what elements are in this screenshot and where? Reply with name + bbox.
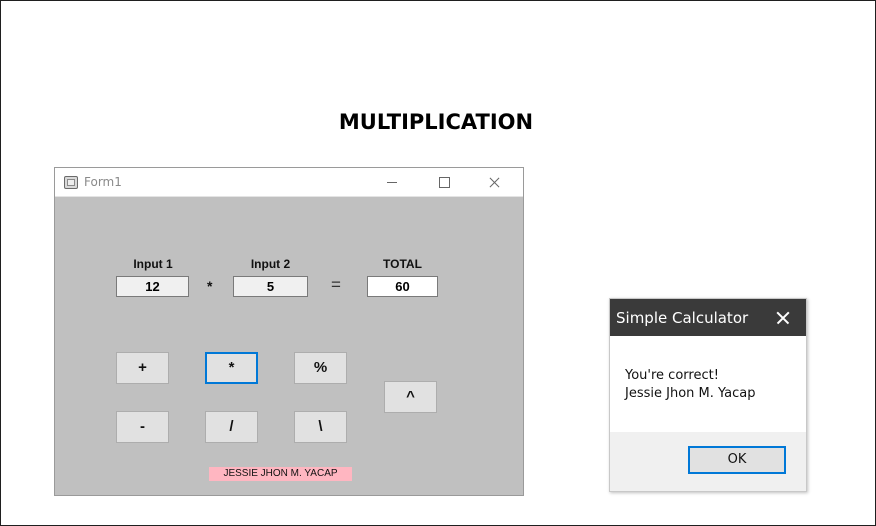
modulo-button[interactable]: %: [294, 352, 347, 384]
form-window: Form1 Input 1 12 * Input 2 5 = TOTAL 60 …: [54, 167, 524, 496]
equals-sign: =: [331, 275, 341, 294]
input2-field[interactable]: 5: [233, 276, 308, 297]
power-button[interactable]: ^: [384, 381, 437, 413]
divide-button[interactable]: /: [205, 411, 258, 443]
message-box-title: Simple Calculator: [616, 309, 749, 327]
message-box-titlebar[interactable]: Simple Calculator: [610, 299, 806, 336]
total-label: TOTAL: [383, 257, 422, 271]
total-field[interactable]: 60: [367, 276, 438, 297]
subtract-button[interactable]: -: [116, 411, 169, 443]
int-divide-button[interactable]: \: [294, 411, 347, 443]
message-box-close-icon[interactable]: [770, 305, 796, 331]
operator-sign: *: [207, 278, 213, 294]
author-name-label: JESSIE JHON M. YACAP: [209, 467, 352, 481]
form-title: Form1: [84, 175, 122, 189]
message-line-1: You're correct!: [625, 368, 719, 383]
app-icon: [64, 176, 78, 189]
input1-field[interactable]: 12: [116, 276, 189, 297]
multiply-button[interactable]: *: [205, 352, 258, 384]
message-box-footer: OK: [610, 432, 806, 491]
message-box: Simple Calculator You're correct! Jessie…: [609, 298, 807, 492]
input1-label: Input 1: [133, 257, 173, 271]
add-button[interactable]: +: [116, 352, 169, 384]
ok-button[interactable]: OK: [688, 446, 786, 474]
maximize-icon[interactable]: [421, 168, 467, 196]
input2-label: Input 2: [250, 257, 291, 271]
form-titlebar[interactable]: Form1: [55, 168, 523, 197]
minimize-icon[interactable]: [369, 168, 415, 196]
page-title: MULTIPLICATION: [338, 110, 534, 134]
message-line-2: Jessie Jhon M. Yacap: [625, 386, 756, 401]
close-icon[interactable]: [471, 168, 517, 196]
